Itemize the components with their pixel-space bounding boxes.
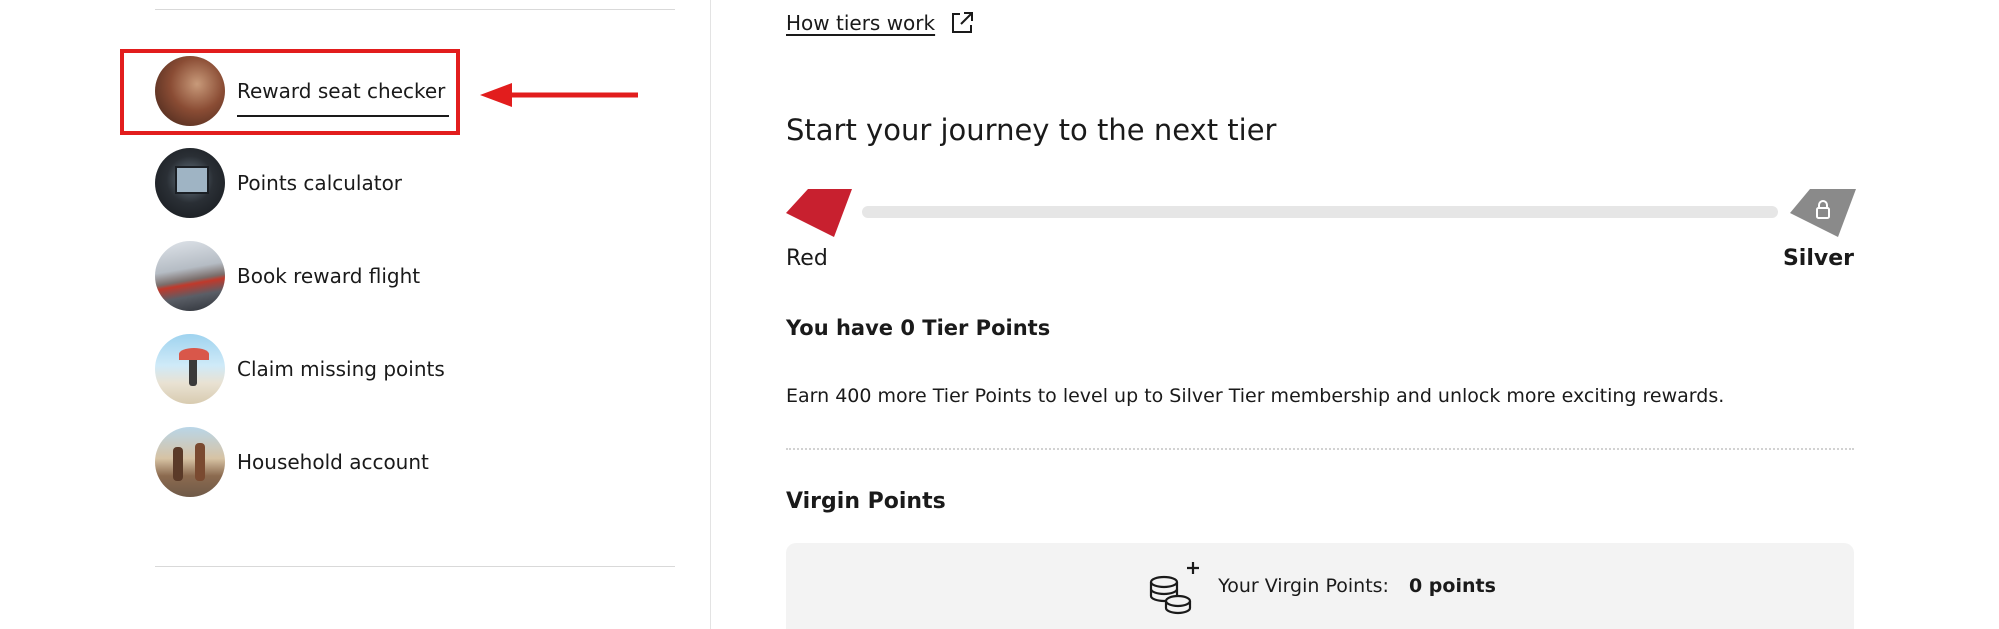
silver-tier-lock-icon [1790, 189, 1856, 237]
external-link-icon [952, 12, 974, 33]
column-divider [710, 0, 711, 629]
household-photo-icon [155, 427, 225, 497]
sidebar-item-book-reward-flight[interactable]: Book reward flight [155, 240, 420, 312]
how-tiers-work-link[interactable]: How tiers work [786, 10, 975, 36]
virgin-points-value: 0 points [1408, 575, 1496, 597]
tier-points-description: Earn 400 more Tier Points to level up to… [786, 385, 1725, 407]
sidebar-item-points-calculator[interactable]: Points calculator [155, 147, 402, 219]
dotted-divider [786, 448, 1854, 450]
annotation-highlight-box [120, 49, 460, 135]
sidebar-item-label: Household account [237, 450, 429, 474]
next-tier-label: Silver [1782, 246, 1854, 271]
sidebar-item-label: Book reward flight [237, 264, 421, 288]
virgin-points-card: Your Virgin Points: 0 points [786, 543, 1854, 629]
sidebar-item-label: Claim missing points [237, 357, 445, 381]
points-calculator-photo-icon [155, 148, 225, 218]
tier-points-count: You have 0 Tier Points [786, 316, 1051, 340]
how-tiers-work-label: How tiers work [786, 11, 936, 35]
virgin-points-label: Your Virgin Points: [1218, 575, 1389, 597]
red-tier-flag-icon [786, 189, 852, 237]
book-flight-photo-icon [155, 241, 225, 311]
journey-heading: Start your journey to the next tier [786, 113, 1277, 147]
sidebar-item-household-account[interactable]: Household account [155, 426, 429, 498]
claim-points-photo-icon [155, 334, 225, 404]
sidebar-bottom-divider [155, 566, 675, 567]
annotation-arrow-icon [480, 83, 638, 107]
coins-plus-icon [1150, 562, 1200, 615]
sidebar-top-divider [155, 9, 675, 10]
current-tier-label: Red [786, 246, 828, 271]
sidebar-item-label: Points calculator [237, 171, 403, 195]
tier-progress-track [862, 206, 1778, 218]
sidebar-item-claim-missing-points[interactable]: Claim missing points [155, 333, 445, 405]
virgin-points-title: Virgin Points [786, 489, 946, 514]
